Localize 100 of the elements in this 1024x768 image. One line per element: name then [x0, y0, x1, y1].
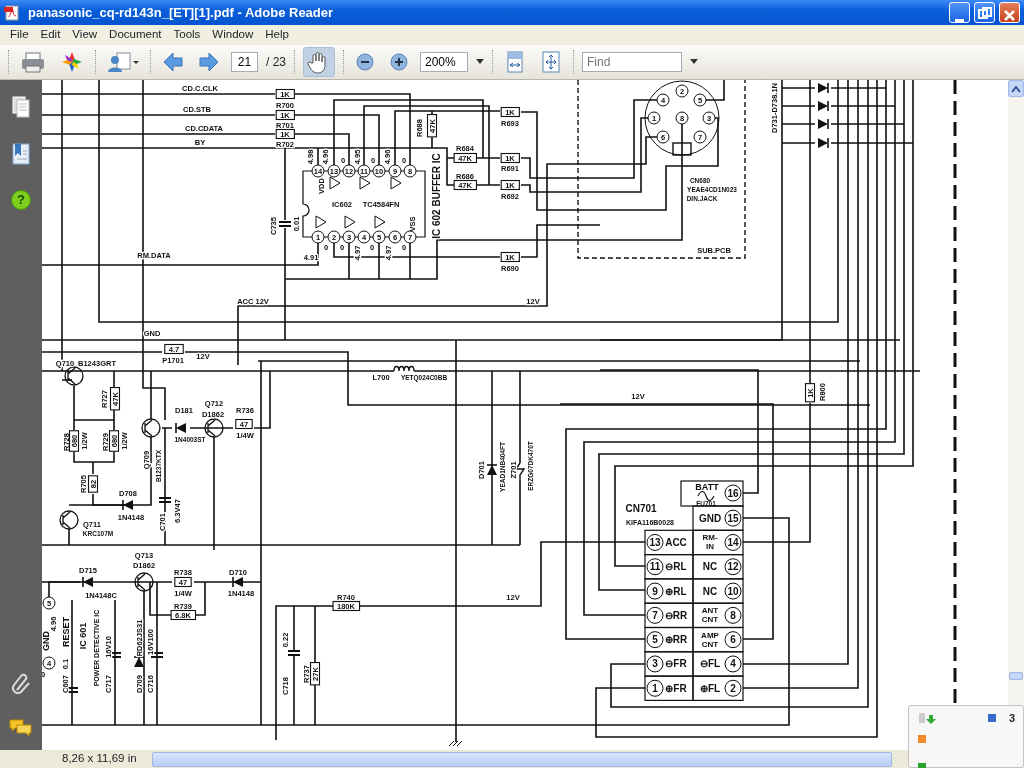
diode-symbol [818, 100, 829, 112]
scroll-thumb[interactable] [1009, 672, 1023, 680]
pin-label: CNT [701, 615, 719, 625]
pin-label: GND [698, 512, 722, 524]
page-size-label: 8,26 x 11,69 in [62, 751, 138, 767]
transistor-symbol [204, 418, 224, 438]
diode-symbol [82, 576, 93, 588]
pin-label: ⊕FR [665, 682, 687, 694]
pin-label: ANT [701, 606, 719, 616]
din-jack-key [672, 142, 692, 156]
help-icon[interactable]: ? [11, 190, 31, 210]
pin-number: 15 [724, 509, 742, 527]
pin-number: 14 [724, 533, 742, 551]
diode-symbol [232, 576, 243, 588]
menu-item[interactable]: Help [259, 26, 295, 44]
minimize-icon [955, 18, 964, 22]
window-title: panasonic_cq-rd143n_[ET][1].pdf - Adobe Reader [28, 3, 334, 22]
pin-label: NC [702, 585, 718, 597]
transistor-symbol [59, 510, 79, 530]
capacitor-symbol [158, 497, 172, 503]
pin-number: 4 [724, 655, 742, 673]
paperclip-icon[interactable] [11, 672, 31, 694]
menu-item[interactable]: File [4, 26, 35, 44]
menu-item[interactable]: Tools [167, 26, 207, 44]
pin-label: NC [702, 561, 718, 573]
pin-label: IN [706, 542, 714, 552]
diode-symbol [133, 656, 145, 667]
pin-number: 6 [724, 631, 742, 649]
buffer-symbol [315, 215, 327, 229]
pin-number: 3 [646, 655, 664, 673]
diode-symbol [818, 118, 829, 130]
diode-symbol [122, 499, 133, 511]
menu-item[interactable]: Edit [34, 26, 67, 44]
page-number: 3 [1008, 711, 1015, 726]
transistor-symbol [134, 572, 154, 592]
capacitor-symbol [278, 221, 292, 227]
bookmark-icon[interactable] [11, 142, 31, 166]
pages-icon[interactable] [11, 96, 31, 118]
capacitor-symbol [287, 650, 301, 656]
comments-icon[interactable] [9, 718, 33, 738]
component-label: RESET [61, 617, 71, 647]
dropdown-arrow-icon[interactable] [690, 59, 698, 65]
pin-label: ⊖FR [665, 658, 687, 670]
pin-label: BATT [695, 482, 719, 492]
pin-number: 5 [646, 631, 664, 649]
close-button[interactable] [999, 2, 1020, 23]
pdf-file-icon [4, 4, 20, 21]
maximize-button[interactable] [974, 2, 995, 23]
ground-symbol [448, 740, 463, 747]
varistor-symbol [514, 462, 526, 481]
minimize-button[interactable] [949, 2, 970, 23]
zoom-field[interactable]: 200% [420, 52, 468, 72]
pin-number: 11 [646, 558, 664, 576]
pin-label: RM- [702, 533, 718, 543]
pin-number: 2 [724, 679, 742, 697]
pan-tool-icon [917, 711, 937, 726]
pin-label: ⊖FL [699, 658, 721, 670]
component-label: GND [42, 631, 51, 651]
diode-symbol [175, 422, 186, 434]
pin-number: 1 [646, 679, 664, 697]
component-label: IC 602 BUFFER IC [430, 153, 442, 239]
component-label: CN701 [625, 502, 657, 514]
pin-label: ⊖RL [665, 561, 687, 573]
transistor-symbol [64, 366, 84, 386]
dropdown-arrow-icon[interactable] [476, 59, 484, 65]
menu-item[interactable]: Window [206, 26, 260, 44]
scroll-up-button[interactable] [1008, 80, 1024, 97]
pin-label: ⊕FL [699, 682, 721, 694]
buffer-symbol [374, 215, 386, 229]
diode-symbol [818, 137, 829, 149]
fuse-symbol [697, 490, 715, 502]
horizontal-scroll-thumb[interactable] [152, 751, 892, 767]
pin-number: 12 [724, 558, 742, 576]
pin-number: 13 [646, 533, 664, 551]
pin-label: CNT [701, 639, 719, 649]
menu-item[interactable]: View [66, 26, 104, 44]
pin-number: 8 [724, 606, 742, 624]
diode-symbol [818, 82, 829, 94]
square-icon [986, 713, 997, 724]
square-icon [917, 734, 927, 745]
pin-label: ACC [665, 536, 687, 548]
buffer-symbol [390, 176, 402, 190]
hand-tool-icon[interactable] [303, 47, 335, 77]
buffer-symbol [359, 176, 371, 190]
buffer-symbol [329, 176, 341, 190]
pin-label: ⊕RR [664, 634, 688, 646]
pin-number: 7 [646, 606, 664, 624]
pin-number: 10 [724, 582, 742, 600]
pin-label: ⊕RL [665, 585, 687, 597]
pin-label: AMP [701, 630, 719, 640]
buffer-symbol [344, 215, 356, 229]
page-number-field[interactable]: 21 [231, 52, 258, 72]
find-field[interactable]: Find [582, 52, 682, 72]
transistor-symbol [141, 418, 161, 438]
diode-symbol [486, 464, 498, 475]
component-label: IC 601 [78, 622, 88, 650]
inductor-symbol [393, 365, 415, 372]
menu-item[interactable]: Document [103, 26, 168, 44]
pin-number: 16 [724, 484, 742, 502]
page-total: / 23 [266, 54, 286, 71]
